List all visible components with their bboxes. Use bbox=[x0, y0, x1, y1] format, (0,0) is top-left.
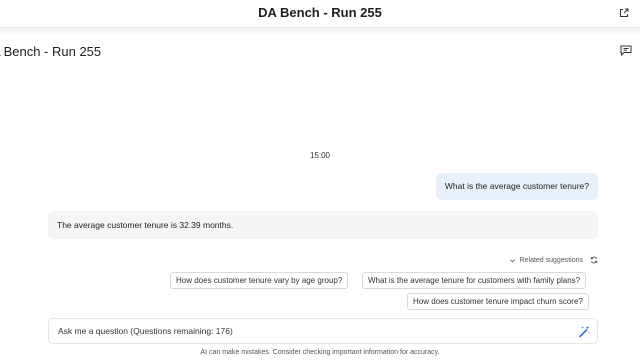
suggestion-chip[interactable]: How does customer tenure impact churn sc… bbox=[407, 293, 589, 310]
chat-icon[interactable] bbox=[620, 45, 632, 56]
header-divider bbox=[0, 27, 640, 35]
suggestion-chip[interactable]: How does customer tenure vary by age gro… bbox=[170, 272, 349, 289]
magic-wand-icon[interactable] bbox=[578, 325, 591, 338]
window-title: DA Bench - Run 255 bbox=[258, 5, 382, 20]
top-bar: DA Bench - Run 255 bbox=[0, 0, 640, 27]
suggestion-chip[interactable]: What is the average tenure for customers… bbox=[362, 272, 587, 289]
ai-disclaimer: AI can make mistakes. Consider checking … bbox=[200, 349, 440, 356]
page-title: A Bench - Run 255 bbox=[0, 44, 102, 59]
related-suggestions-label: Related suggestions bbox=[519, 256, 583, 264]
related-suggestions-toggle[interactable]: Related suggestions bbox=[509, 255, 598, 265]
share-icon[interactable] bbox=[618, 7, 630, 19]
refresh-icon[interactable] bbox=[590, 256, 598, 264]
user-message: What is the average customer tenure? bbox=[435, 173, 598, 200]
chevron-down-icon bbox=[509, 258, 515, 262]
assistant-message: The average customer tenure is 32.39 mon… bbox=[48, 211, 598, 239]
question-input-placeholder: Ask me a question (Questions remaining: … bbox=[58, 326, 233, 336]
question-input[interactable]: Ask me a question (Questions remaining: … bbox=[48, 318, 598, 344]
message-timestamp: 15:00 bbox=[309, 151, 331, 160]
